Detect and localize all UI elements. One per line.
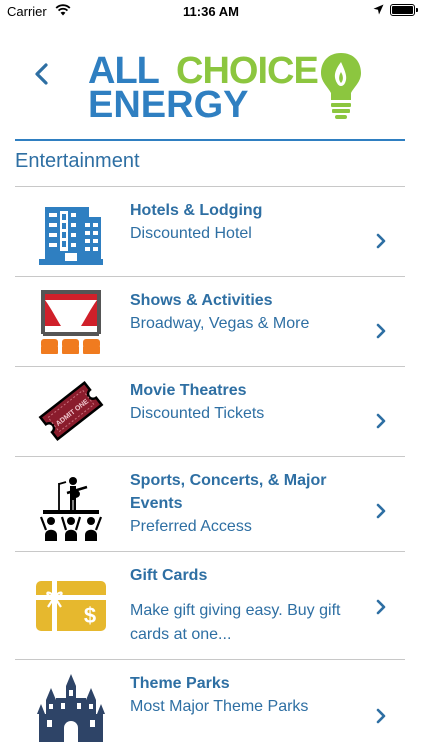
item-title: Theme Parks [130,675,230,692]
status-bar: Carrier 11:36 AM [0,0,422,22]
concert-icon [39,477,103,541]
list-item-theme-parks[interactable]: Theme Parks Most Major Theme Parks [15,660,405,750]
list-item-shows[interactable]: Shows & Activities Broadway, Vegas & Mor… [15,277,405,367]
lightbulb-flame-icon [321,53,361,119]
chevron-right-icon [376,599,386,615]
item-subtitle: Discounted Tickets [130,405,265,422]
chevron-right-icon [376,233,386,249]
item-subtitle: Preferred Access [130,518,252,535]
theater-stage-icon [41,290,101,354]
header-divider [15,139,405,141]
chevron-right-icon [376,413,386,429]
item-subtitle: Discounted Hotel [130,225,252,242]
movie-ticket-icon: ADMIT ONE [38,380,104,442]
location-arrow-icon [373,4,384,15]
castle-icon [37,674,105,742]
section-title: Entertainment [15,150,140,172]
list-item-hotels[interactable]: Hotels & Lodging Discounted Hotel [15,187,405,277]
item-title: Sports, Concerts, & Major Events [130,472,327,512]
battery-icon [390,4,418,16]
list-item-gift-cards[interactable]: $ Gift Cards Make gift giving easy. Buy … [15,552,405,660]
item-subtitle: Make gift giving easy. Buy gift cards at… [130,602,341,643]
back-button[interactable] [28,60,56,88]
chevron-right-icon [376,323,386,339]
gift-card-icon: $ [36,581,106,631]
chevron-right-icon [376,708,386,724]
logo-energy-text: ENERGY [88,84,249,126]
item-subtitle: Broadway, Vegas & More [130,315,310,332]
list-item-sports-concerts[interactable]: Sports, Concerts, & Major Events Preferr… [15,457,405,552]
header: ALL CHOICE ENERGY [0,22,422,139]
item-title: Shows & Activities [130,292,273,309]
list-item-movie-theatres[interactable]: ADMIT ONE Movie Theatres Discounted Tick… [15,367,405,457]
all-choice-energy-logo: ALL CHOICE ENERGY [84,48,374,138]
dollar-sign-text: $ [84,603,96,628]
chevron-right-icon [376,503,386,519]
item-subtitle: Most Major Theme Parks [130,698,309,715]
hotel-icon [39,207,103,265]
item-title: Gift Cards [130,567,208,584]
status-time: 11:36 AM [183,4,239,19]
item-title: Hotels & Lodging [130,202,263,219]
item-title: Movie Theatres [130,382,247,399]
